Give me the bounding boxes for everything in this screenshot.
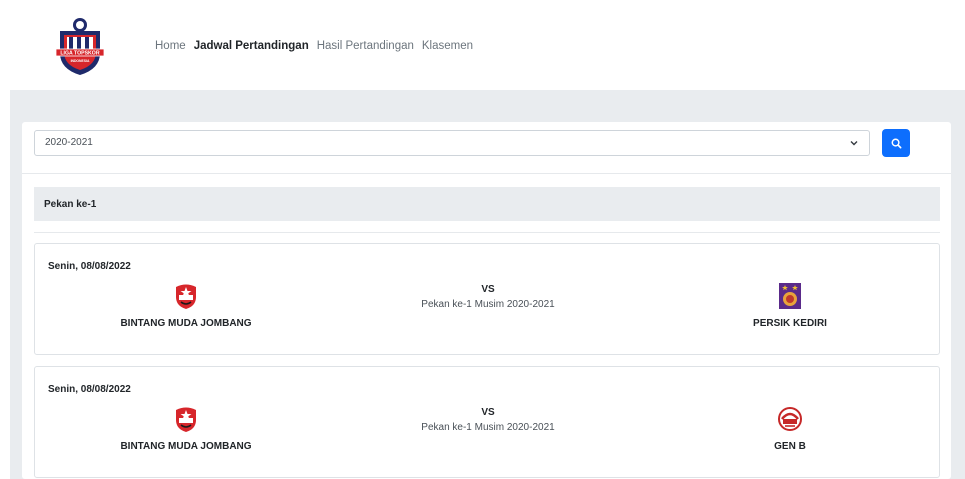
logo-text-top: LIGA TOPSKOR (60, 51, 99, 57)
liga-topskor-logo[interactable]: LIGA TOPSKOR INDONESIA (50, 17, 110, 77)
search-button[interactable] (882, 129, 910, 157)
away-team-name: GEN B (774, 441, 806, 452)
away-team: PERSIK KEDIRI (639, 282, 941, 329)
match-card[interactable]: Senin, 08/08/2022 BINTANG MUDA JOMBANG V… (34, 243, 940, 355)
match-date: Senin, 08/08/2022 (48, 384, 131, 395)
match-info: Pekan ke-1 Musim 2020-2021 (421, 299, 555, 310)
season-select-value: 2020-2021 (45, 137, 93, 148)
home-team-name: BINTANG MUDA JOMBANG (120, 318, 252, 329)
bintang-muda-jombang-crest (176, 407, 196, 432)
week-header: Pekan ke-1 (34, 187, 940, 221)
logo-text-bottom: INDONESIA (71, 59, 90, 63)
nav-hasil-pertandingan[interactable]: Hasil Pertandingan (317, 40, 414, 52)
season-select[interactable]: 2020-2021 (34, 130, 870, 156)
match-card[interactable]: Senin, 08/08/2022 BINTANG MUDA JOMBANG V… (34, 366, 940, 478)
vs-label: VS (481, 284, 495, 295)
home-team: BINTANG MUDA JOMBANG (35, 405, 337, 452)
nav-home[interactable]: Home (155, 40, 186, 52)
bintang-muda-jombang-crest (176, 284, 196, 309)
match-date: Senin, 08/08/2022 (48, 261, 131, 272)
away-team: GEN B (639, 405, 941, 452)
navbar: LIGA TOPSKOR INDONESIA Home Jadwal Perta… (0, 0, 965, 90)
divider (22, 173, 951, 174)
nav-jadwal-pertandingan[interactable]: Jadwal Pertandingan (194, 40, 309, 52)
search-icon (891, 138, 901, 148)
home-team: BINTANG MUDA JOMBANG (35, 282, 337, 329)
chevron-down-icon (850, 141, 858, 146)
persik-kediri-crest (779, 283, 801, 309)
nav-klasemen[interactable]: Klasemen (422, 40, 473, 52)
match-center: VS Pekan ke-1 Musim 2020-2021 (337, 407, 639, 433)
match-info: Pekan ke-1 Musim 2020-2021 (421, 422, 555, 433)
gen-b-crest (778, 407, 802, 431)
main-nav: Home Jadwal Pertandingan Hasil Pertandin… (155, 40, 481, 52)
vs-label: VS (481, 407, 495, 418)
week-label: Pekan ke-1 (44, 199, 97, 210)
away-team-name: PERSIK KEDIRI (753, 318, 827, 329)
home-team-name: BINTANG MUDA JOMBANG (120, 441, 252, 452)
schedule-card: 2020-2021 Pekan ke-1 Senin, 08/08/2022 B… (22, 122, 951, 479)
divider (34, 232, 940, 233)
match-center: VS Pekan ke-1 Musim 2020-2021 (337, 284, 639, 310)
